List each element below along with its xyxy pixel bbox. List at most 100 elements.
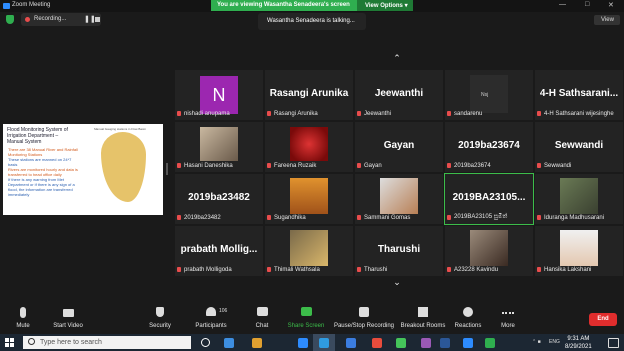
muted-mic-icon (267, 163, 271, 168)
security-label: Security (149, 323, 171, 329)
pause-recording-icon[interactable]: ❚❚ (84, 15, 96, 23)
slide-map-caption: Manual Gauging stations in Flow Basin (94, 127, 146, 131)
participant-display-name: 2019ba23674 (458, 140, 520, 151)
muted-mic-icon (537, 111, 541, 116)
stop-recording-icon[interactable] (95, 17, 100, 22)
tray-icons[interactable]: ⌃ ■ (532, 339, 541, 345)
task-view-icon[interactable] (224, 338, 234, 348)
breakout-rooms-icon (418, 307, 428, 317)
file-explorer-icon[interactable] (252, 338, 262, 348)
windows-taskbar: Type here to search ⌃ ■ ENG 9:31 AM 8/29… (0, 334, 624, 351)
reactions-button[interactable]: Reactions (452, 304, 484, 334)
onenote-icon[interactable] (421, 338, 431, 348)
participant-tile[interactable]: Thimali Wathsala (265, 226, 353, 276)
participant-count: 106 (219, 308, 228, 314)
participant-display-name: 4-H Sathsarani... (539, 88, 619, 99)
whatsapp-icon[interactable] (396, 338, 406, 348)
participant-tile[interactable]: Tharushi Tharushi (355, 226, 443, 276)
participant-tile[interactable]: Sugandhika (265, 174, 353, 224)
muted-mic-icon (537, 163, 541, 168)
more-label: More (501, 323, 515, 329)
security-button[interactable]: Security (143, 304, 177, 334)
participant-photo (380, 178, 418, 214)
zoom-icon[interactable] (298, 338, 308, 348)
gallery-down-icon[interactable]: ⌄ (387, 277, 407, 289)
shared-screen-thumbnail[interactable]: Flood Monitoring System of Irrigation De… (3, 124, 163, 215)
participant-name: prabath Molligoda (184, 267, 232, 273)
excel-icon[interactable] (485, 338, 495, 348)
participant-name: Hasani Daneshika (184, 163, 233, 169)
zoom-2-icon[interactable] (463, 338, 473, 348)
participants-button[interactable]: 106 Participants (191, 304, 231, 334)
taskbar-search-box[interactable]: Type here to search (23, 336, 191, 349)
maximize-icon[interactable]: □ (585, 1, 589, 8)
shield-icon (156, 307, 164, 317)
start-video-button[interactable]: Start Video (46, 304, 90, 334)
mute-button[interactable]: Mute (6, 304, 40, 334)
participant-tile-active-speaker[interactable]: 2019BA23105... 2019BA23105 සුමිත් (444, 173, 534, 225)
slide-bullet: If there is any warning from Met Departm… (8, 177, 75, 197)
participant-tile[interactable]: Hasani Daneshika (175, 122, 263, 172)
participant-tile[interactable]: Sewwandi Sewwandi (535, 122, 623, 172)
participant-name: Sewwandi (544, 163, 572, 169)
view-options-button[interactable]: View Options ▾ (357, 0, 413, 11)
panel-splitter[interactable] (166, 163, 168, 175)
participant-tile[interactable]: Jeewanthi Jeewanthi (355, 70, 443, 120)
participant-tile[interactable]: A23228 Kavindu (445, 226, 533, 276)
share-screen-button[interactable]: Share Screen (284, 304, 328, 334)
edge-icon[interactable] (319, 338, 329, 348)
participant-tile[interactable]: prabath Mollig... prabath Molligoda (175, 226, 263, 276)
participant-tile[interactable]: 2019ba23482 2019ba23482 (175, 174, 263, 224)
video-camera-icon (62, 309, 74, 317)
participant-tile[interactable]: N nishadi anupama (175, 70, 263, 120)
participant-display-name: Sewwandi (554, 140, 604, 151)
slide-bullet: Rivers are monitored hourly and data is … (8, 167, 78, 177)
shield-icon[interactable] (6, 15, 14, 24)
participant-tile[interactable]: Sammani Gomas (355, 174, 443, 224)
taskbar-clock[interactable]: 9:31 AM 8/29/2021 (565, 335, 592, 351)
participant-name: nishadi anupama (184, 111, 230, 117)
minimize-icon[interactable]: — (559, 1, 566, 8)
sri-lanka-map-image (101, 132, 146, 202)
more-button[interactable]: More (495, 304, 521, 334)
cortana-icon[interactable] (201, 338, 210, 347)
participant-name: A23228 Kavindu (454, 267, 499, 273)
language-indicator[interactable]: ENG (549, 339, 560, 345)
powerpoint-icon[interactable] (372, 338, 382, 348)
participant-display-name: 2019ba23482 (188, 192, 250, 203)
participant-name: Rasangi Arunika (274, 111, 318, 117)
participant-display-name: Rasangi Arunika (269, 88, 349, 99)
more-dots-icon (502, 312, 514, 318)
participant-photo (290, 127, 328, 161)
record-dot-icon (25, 17, 30, 22)
participant-photo (290, 230, 328, 266)
participant-tile[interactable]: 2019ba23674 2019ba23674 (445, 122, 533, 172)
participant-tile[interactable]: Rasangi Arunika Rasangi Arunika (265, 70, 353, 120)
view-options-label: View Options ▾ (365, 3, 408, 9)
participant-tile[interactable]: Hansika Lakshani (535, 226, 623, 276)
participant-tile[interactable]: Iduranga Madhusarani (535, 174, 623, 224)
muted-mic-icon (177, 163, 181, 168)
notifications-icon[interactable] (608, 338, 619, 348)
gallery-up-icon[interactable]: ⌃ (387, 53, 407, 65)
windows-start-icon[interactable] (5, 338, 14, 347)
participant-photo (560, 178, 598, 214)
clock-time: 9:31 AM (567, 336, 590, 342)
view-button[interactable]: View (594, 15, 620, 25)
close-icon[interactable]: ✕ (608, 1, 614, 9)
muted-mic-icon (447, 163, 451, 168)
viewing-banner: You are viewing Wasantha Senadeera's scr… (211, 0, 413, 11)
chat-button[interactable]: Chat (249, 304, 275, 334)
breakout-rooms-button[interactable]: Breakout Rooms (398, 304, 448, 334)
participant-tile[interactable]: 4-H Sathsarani... 4-H Sathsarani wijesin… (535, 70, 623, 120)
chat-icon (256, 307, 268, 316)
chrome-icon[interactable] (346, 338, 356, 348)
end-meeting-button[interactable]: End (589, 313, 617, 326)
pause-stop-recording-button[interactable]: Pause/Stop Recording (331, 304, 397, 334)
participant-name: 2019ba23674 (454, 163, 491, 169)
mute-label: Mute (16, 323, 30, 329)
participant-tile[interactable]: Gayan Gayan (355, 122, 443, 172)
participant-tile[interactable]: Nsj sandarenu (445, 70, 533, 120)
word-icon[interactable] (440, 338, 450, 348)
participant-tile[interactable]: Fareena Ruzaik (265, 122, 353, 172)
